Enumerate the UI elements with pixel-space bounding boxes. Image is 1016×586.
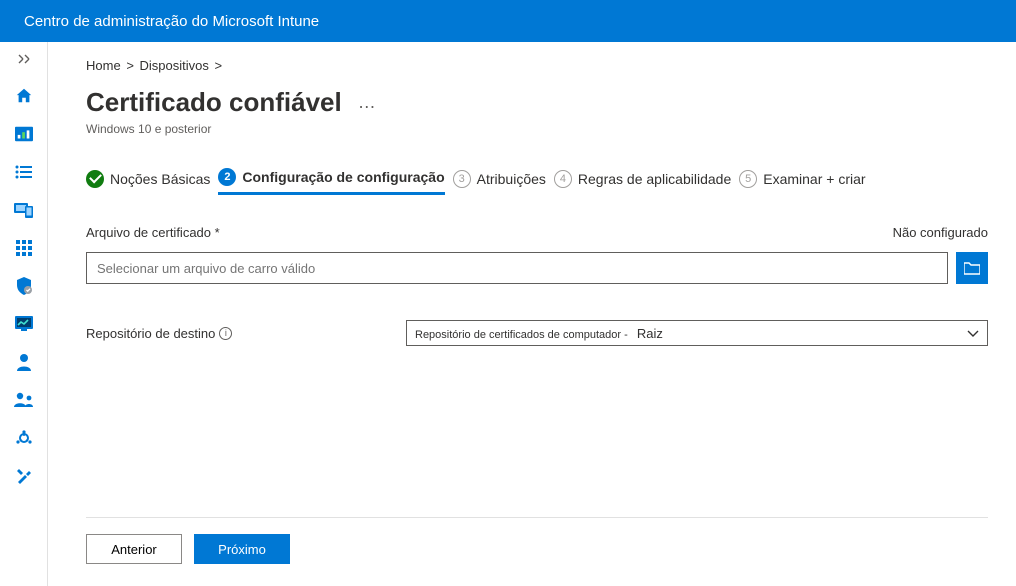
- main-content: Home > Dispositivos > Certificado confiá…: [48, 42, 1016, 586]
- cert-file-input[interactable]: [86, 252, 948, 284]
- wizard-step-applicability[interactable]: 4 Regras de aplicabilidade: [554, 170, 731, 194]
- cert-file-status: Não configurado: [893, 225, 988, 240]
- wizard-step-basics[interactable]: Noções Básicas: [86, 170, 210, 194]
- tenant-icon[interactable]: [14, 428, 34, 448]
- breadcrumb-item-devices[interactable]: Dispositivos: [140, 58, 209, 73]
- wizard-step-label: Configuração de configuração: [242, 169, 444, 185]
- cert-file-label: Arquivo de certificado *: [86, 225, 220, 240]
- step-number-icon: 3: [453, 170, 471, 188]
- devices-icon[interactable]: [14, 200, 34, 220]
- info-icon[interactable]: i: [219, 327, 232, 340]
- left-sidebar: [0, 42, 48, 586]
- browse-file-button[interactable]: [956, 252, 988, 284]
- check-icon: [86, 170, 104, 188]
- user-icon[interactable]: [14, 352, 34, 372]
- wizard-step-label: Examinar + criar: [763, 171, 865, 187]
- wizard-step-config[interactable]: 2 Configuração de configuração: [218, 168, 444, 195]
- step-number-icon: 5: [739, 170, 757, 188]
- breadcrumb-sep: >: [126, 58, 137, 73]
- wizard-step-label: Regras de aplicabilidade: [578, 171, 731, 187]
- breadcrumb-item-home[interactable]: Home: [86, 58, 121, 73]
- chevron-down-icon: [967, 325, 979, 341]
- wizard-steps: Noções Básicas 2 Configuração de configu…: [86, 168, 988, 195]
- step-number-icon: 2: [218, 168, 236, 186]
- wizard-step-label: Atribuições: [477, 171, 546, 187]
- dest-store-select[interactable]: Repositório de certificados de computado…: [406, 320, 988, 346]
- expand-sidebar-icon[interactable]: [8, 50, 40, 68]
- list-icon[interactable]: [14, 162, 34, 182]
- wizard-step-label: Noções Básicas: [110, 171, 210, 187]
- dest-store-label: Repositório de destino: [86, 326, 215, 341]
- folder-icon: [964, 261, 980, 275]
- page-subtitle: Windows 10 e posterior: [86, 122, 988, 136]
- wizard-footer: Anterior Próximo: [86, 517, 988, 586]
- more-actions-icon[interactable]: …: [358, 92, 378, 113]
- groups-icon[interactable]: [14, 390, 34, 410]
- breadcrumb-sep: >: [215, 58, 223, 73]
- wizard-step-review[interactable]: 5 Examinar + criar: [739, 170, 865, 194]
- apps-icon[interactable]: [14, 238, 34, 258]
- next-button[interactable]: Próximo: [194, 534, 290, 564]
- reports-icon[interactable]: [14, 314, 34, 334]
- shield-icon[interactable]: [14, 276, 34, 296]
- previous-button[interactable]: Anterior: [86, 534, 182, 564]
- home-icon[interactable]: [14, 86, 34, 106]
- header-title: Centro de administração do Microsoft Int…: [24, 13, 319, 30]
- dest-value-suffix: Raiz: [637, 326, 663, 341]
- page-title: Certificado confiável: [86, 87, 342, 118]
- top-header: Centro de administração do Microsoft Int…: [0, 0, 1016, 42]
- wizard-step-assignments[interactable]: 3 Atribuições: [453, 170, 546, 194]
- dest-value-prefix: Repositório de certificados de computado…: [415, 329, 628, 341]
- breadcrumb: Home > Dispositivos >: [86, 58, 988, 73]
- dashboard-icon[interactable]: [14, 124, 34, 144]
- step-number-icon: 4: [554, 170, 572, 188]
- tools-icon[interactable]: [14, 466, 34, 486]
